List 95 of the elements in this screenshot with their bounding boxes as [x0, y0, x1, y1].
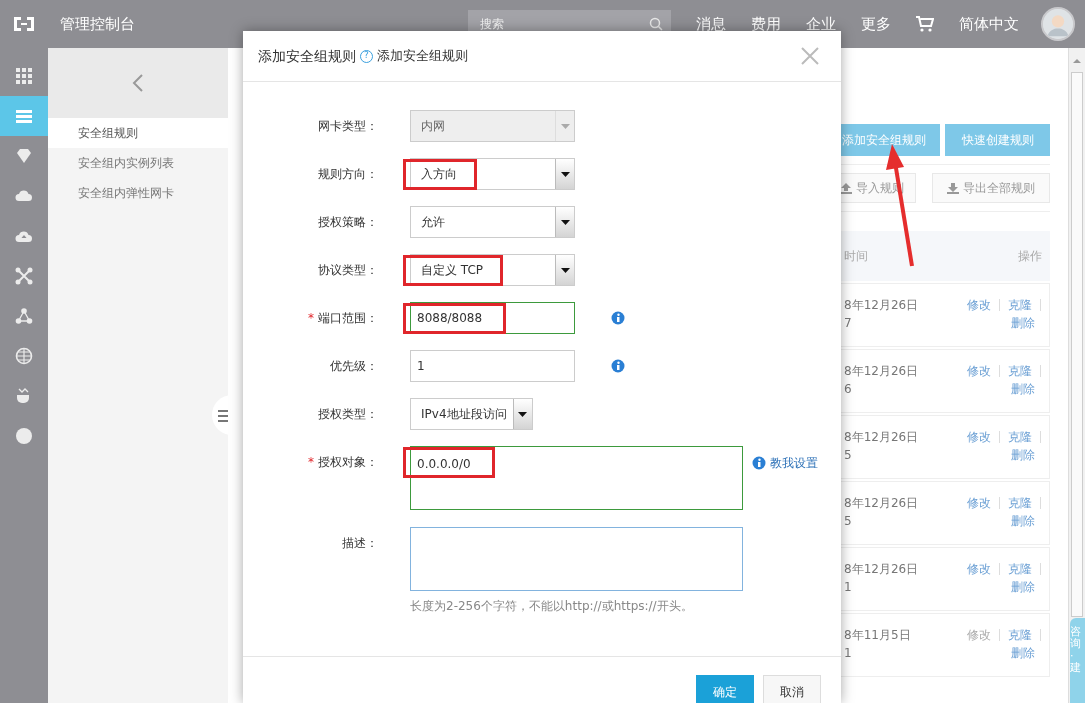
- language-link[interactable]: 简体中文: [959, 12, 1019, 36]
- field-label: 授权策略：: [318, 215, 378, 229]
- toolbar-button[interactable]: 快速创建规则: [945, 124, 1050, 156]
- action-link[interactable]: 修改: [967, 362, 991, 380]
- table-cell-text: 8年12月26日: [844, 561, 920, 578]
- caret-icon: [560, 267, 570, 273]
- cart-icon[interactable]: [916, 16, 934, 32]
- help-link[interactable]: 教我设置: [752, 454, 818, 472]
- info-icon: [752, 456, 766, 470]
- hint-text: 长度为2-256个字符，不能以http://或https://开头。: [410, 598, 694, 615]
- action-link[interactable]: 克隆: [1008, 428, 1032, 446]
- back-icon[interactable]: [132, 73, 144, 93]
- field-label: 协议类型：: [318, 263, 378, 277]
- action-link[interactable]: 克隆: [1008, 362, 1032, 380]
- field-label: 描述：: [342, 536, 378, 550]
- field-label: 授权对象：: [318, 455, 378, 469]
- action-link[interactable]: 删除: [1011, 314, 1035, 332]
- gem-icon: [15, 147, 33, 165]
- submenu-item[interactable]: 安全组规则: [48, 118, 228, 148]
- action-link[interactable]: 克隆: [1008, 494, 1032, 512]
- field-label: 规则方向：: [318, 167, 378, 181]
- table-cell-text: 7: [844, 315, 853, 332]
- nav-link[interactable]: 费用: [751, 12, 781, 36]
- column-header: 操作: [1018, 248, 1042, 265]
- caret-icon: [518, 411, 527, 417]
- globe-icon: [15, 347, 33, 365]
- action-link[interactable]: 删除: [1011, 644, 1035, 662]
- nav-link[interactable]: 企业: [806, 12, 836, 36]
- action-link[interactable]: 删除: [1011, 578, 1035, 596]
- table-cell-text: 5: [844, 447, 853, 464]
- table-cell-text: 6: [844, 381, 853, 398]
- field-label: 优先级：: [330, 359, 378, 373]
- action-link[interactable]: 修改: [967, 296, 991, 314]
- table-cell-text: 1: [844, 645, 853, 662]
- caret-icon: [560, 123, 570, 129]
- action-link[interactable]: 修改: [967, 560, 991, 578]
- field-label: 端口范围：: [318, 311, 378, 325]
- share-icon: [15, 307, 33, 325]
- action-link[interactable]: 删除: [1011, 512, 1035, 530]
- scrollbar-thumb[interactable]: [1071, 72, 1083, 617]
- text-area[interactable]: 0.0.0.0/0: [410, 446, 743, 510]
- submenu-item[interactable]: 安全组内弹性网卡: [48, 178, 228, 208]
- action-link[interactable]: 修改: [967, 494, 991, 512]
- menu-icon: [218, 408, 228, 423]
- search-placeholder: 搜索: [480, 16, 504, 33]
- table-cell-text: 8年11月5日: [844, 627, 912, 644]
- grid-icon: [15, 67, 33, 85]
- action-link[interactable]: 删除: [1011, 446, 1035, 464]
- info-icon[interactable]: [611, 359, 625, 373]
- cancel-button[interactable]: 取消: [763, 675, 821, 703]
- required-mark: *: [308, 455, 314, 469]
- select-field[interactable]: 入方向: [410, 158, 575, 190]
- nav-link[interactable]: 更多: [861, 12, 891, 36]
- caret-icon: [560, 171, 570, 177]
- scroll-up-icon[interactable]: [1072, 57, 1082, 64]
- list-icon: [15, 107, 33, 125]
- confirm-button[interactable]: 确定: [696, 675, 754, 703]
- action-link[interactable]: 克隆: [1008, 296, 1032, 314]
- table-cell-text: 1: [844, 579, 853, 596]
- field-label: 网卡类型：: [318, 119, 378, 133]
- info-icon[interactable]: [611, 311, 625, 325]
- table-cell-text: 8年12月26日: [844, 429, 920, 446]
- close-icon[interactable]: [801, 47, 819, 65]
- export-button[interactable]: 导出全部规则: [932, 173, 1050, 203]
- action-link[interactable]: 删除: [1011, 380, 1035, 398]
- field-label: 授权类型：: [318, 407, 378, 421]
- action-link[interactable]: 克隆: [1008, 560, 1032, 578]
- search-icon[interactable]: [649, 17, 663, 31]
- avatar[interactable]: [1041, 7, 1075, 41]
- table-cell-text: 5: [844, 513, 853, 530]
- dialog-subtitle: 添加安全组规则: [377, 47, 468, 66]
- table-cell-text: 8年12月26日: [844, 363, 920, 380]
- sidebar-tab[interactable]: [0, 96, 48, 136]
- network-icon: [15, 267, 33, 285]
- table-cell-text: 8年12月26日: [844, 495, 920, 512]
- required-mark: *: [308, 311, 314, 325]
- input-field[interactable]: 8088/8088: [410, 302, 575, 334]
- select-field[interactable]: 允许: [410, 206, 575, 238]
- caret-icon: [560, 219, 570, 225]
- submenu-item[interactable]: 安全组内实例列表: [48, 148, 228, 178]
- action-link[interactable]: 克隆: [1008, 626, 1032, 644]
- select-field[interactable]: 自定义 TCP: [410, 254, 575, 286]
- column-header: 时间: [844, 248, 868, 265]
- console-title: 管理控制台: [60, 13, 135, 35]
- table-cell-text: 8年12月26日: [844, 297, 920, 314]
- text-area[interactable]: [410, 527, 743, 591]
- select-field[interactable]: IPv4地址段访问: [410, 398, 533, 430]
- download-icon: [947, 182, 959, 194]
- input-field[interactable]: 1: [410, 350, 575, 382]
- action-link[interactable]: 修改: [967, 428, 991, 446]
- dialog-title: 添加安全组规则: [258, 46, 356, 66]
- circle-icon: [15, 427, 33, 445]
- logo-icon[interactable]: [12, 16, 36, 32]
- upload-icon: [840, 182, 852, 194]
- consult-tab[interactable]: 咨询·建: [1070, 618, 1085, 703]
